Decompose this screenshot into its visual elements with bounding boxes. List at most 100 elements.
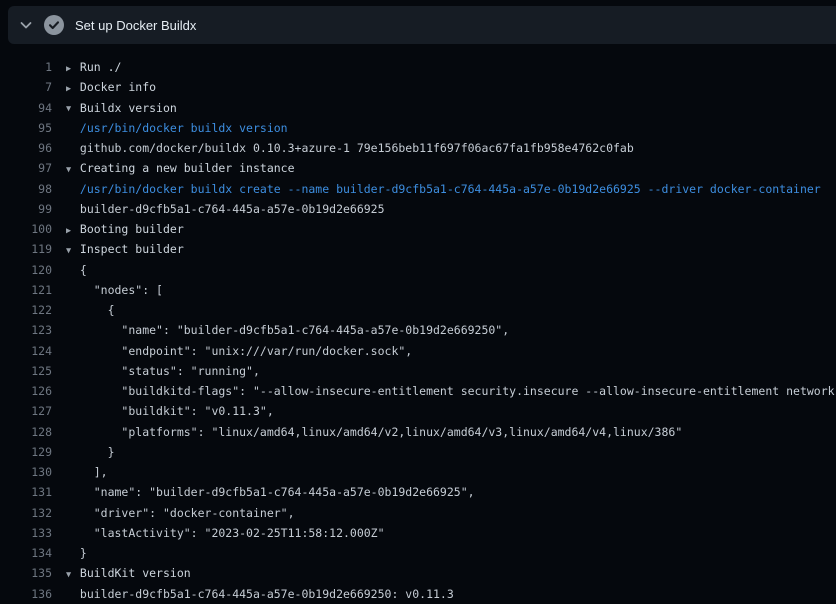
step-title: Set up Docker Buildx <box>75 18 196 33</box>
log-group-header[interactable]: ▶Docker info <box>66 77 156 97</box>
group-title: Creating a new builder instance <box>80 161 295 175</box>
line-number[interactable]: 98 <box>0 179 52 199</box>
line-number[interactable]: 125 <box>0 361 52 381</box>
line-number[interactable]: 1 <box>0 57 52 77</box>
log-line: 129 } <box>0 442 836 462</box>
log-group-header[interactable]: ▼Buildx version <box>66 98 177 118</box>
log-line[interactable]: 97 ▼Creating a new builder instance <box>0 158 836 178</box>
output-text: "buildkitd-flags": "--allow-insecure-ent… <box>66 381 836 401</box>
line-number[interactable]: 97 <box>0 158 52 178</box>
group-title: Buildx version <box>80 101 177 115</box>
group-title: BuildKit version <box>80 566 191 580</box>
log-line[interactable]: 1 ▶Run ./ <box>0 57 836 77</box>
output-text: "driver": "docker-container", <box>66 503 295 523</box>
log-group-header[interactable]: ▶Run ./ <box>66 57 121 77</box>
log-line: 98/usr/bin/docker buildx create --name b… <box>0 179 836 199</box>
log-line: 128 "platforms": "linux/amd64,linux/amd6… <box>0 422 836 442</box>
log-line[interactable]: 94 ▼Buildx version <box>0 98 836 118</box>
line-number[interactable]: 94 <box>0 98 52 118</box>
log-group-header[interactable]: ▼Creating a new builder instance <box>66 158 295 178</box>
line-number[interactable]: 129 <box>0 442 52 462</box>
log-line: 124 "endpoint": "unix:///var/run/docker.… <box>0 341 836 361</box>
output-text: "buildkit": "v0.11.3", <box>66 401 274 421</box>
line-number[interactable]: 95 <box>0 118 52 138</box>
chevron-down-icon[interactable] <box>19 18 33 32</box>
line-number[interactable]: 96 <box>0 138 52 158</box>
output-text: } <box>66 442 115 462</box>
disclosure-triangle-down-icon[interactable]: ▼ <box>66 241 80 261</box>
output-text: { <box>66 260 87 280</box>
disclosure-triangle-down-icon[interactable]: ▼ <box>66 99 80 119</box>
group-title: Inspect builder <box>80 242 184 256</box>
line-number[interactable]: 131 <box>0 482 52 502</box>
line-number[interactable]: 128 <box>0 422 52 442</box>
line-number[interactable]: 119 <box>0 239 52 259</box>
log-line: 95/usr/bin/docker buildx version <box>0 118 836 138</box>
log-line[interactable]: 119 ▼Inspect builder <box>0 239 836 259</box>
line-number[interactable]: 100 <box>0 219 52 239</box>
disclosure-triangle-right-icon[interactable]: ▶ <box>66 79 80 99</box>
log-line[interactable]: 7 ▶Docker info <box>0 77 836 97</box>
line-number[interactable]: 132 <box>0 503 52 523</box>
line-number[interactable]: 7 <box>0 77 52 97</box>
step-header[interactable]: Set up Docker Buildx <box>8 6 836 44</box>
output-text: "nodes": [ <box>66 280 163 300</box>
output-text: "platforms": "linux/amd64,linux/amd64/v2… <box>66 422 682 442</box>
log-line: 121 "nodes": [ <box>0 280 836 300</box>
command-text: /usr/bin/docker buildx version <box>66 118 288 138</box>
disclosure-triangle-right-icon[interactable]: ▶ <box>66 59 80 79</box>
line-number[interactable]: 126 <box>0 381 52 401</box>
log-line: 131 "name": "builder-d9cfb5a1-c764-445a-… <box>0 482 836 502</box>
log-line: 133 "lastActivity": "2023-02-25T11:58:12… <box>0 523 836 543</box>
log-line: 99 builder-d9cfb5a1-c764-445a-a57e-0b19d2… <box>0 199 836 219</box>
group-title: Run ./ <box>80 60 122 74</box>
log-group-header[interactable]: ▼Inspect builder <box>66 239 184 259</box>
line-number[interactable]: 127 <box>0 401 52 421</box>
log-line: 120 { <box>0 260 836 280</box>
output-text: github.com/docker/buildx 0.10.3+azure-1 … <box>66 138 634 158</box>
output-text: "name": "builder-d9cfb5a1-c764-445a-a57e… <box>66 320 509 340</box>
log-group-header[interactable]: ▼BuildKit version <box>66 563 191 583</box>
line-number[interactable]: 136 <box>0 584 52 604</box>
log-line: 132 "driver": "docker-container", <box>0 503 836 523</box>
log-viewer: 1▶Run ./7▶Docker info94▼Buildx version95… <box>0 44 836 604</box>
output-text: "status": "running", <box>66 361 260 381</box>
log-line[interactable]: 135 ▼BuildKit version <box>0 563 836 583</box>
output-text: "endpoint": "unix:///var/run/docker.sock… <box>66 341 412 361</box>
line-number[interactable]: 134 <box>0 543 52 563</box>
output-text: builder-d9cfb5a1-c764-445a-a57e-0b19d2e6… <box>66 199 385 219</box>
output-text: "name": "builder-d9cfb5a1-c764-445a-a57e… <box>66 482 475 502</box>
log-group-header[interactable]: ▶Booting builder <box>66 219 184 239</box>
group-title: Booting builder <box>80 222 184 236</box>
line-number[interactable]: 121 <box>0 280 52 300</box>
log-line: 126 "buildkitd-flags": "--allow-insecure… <box>0 381 836 401</box>
log-line: 125 "status": "running", <box>0 361 836 381</box>
group-title: Docker info <box>80 80 156 94</box>
disclosure-triangle-right-icon[interactable]: ▶ <box>66 221 80 241</box>
command-text: /usr/bin/docker buildx create --name bui… <box>66 179 821 199</box>
check-circle-icon <box>44 15 64 35</box>
output-text: "lastActivity": "2023-02-25T11:58:12.000… <box>66 523 385 543</box>
log-line: 127 "buildkit": "v0.11.3", <box>0 401 836 421</box>
output-text: { <box>66 300 115 320</box>
log-line: 122 { <box>0 300 836 320</box>
output-text: ], <box>66 462 108 482</box>
line-number[interactable]: 135 <box>0 563 52 583</box>
line-number[interactable]: 99 <box>0 199 52 219</box>
line-number[interactable]: 130 <box>0 462 52 482</box>
line-number[interactable]: 124 <box>0 341 52 361</box>
log-line: 123 "name": "builder-d9cfb5a1-c764-445a-… <box>0 320 836 340</box>
log-line: 96 github.com/docker/buildx 0.10.3+azure-… <box>0 138 836 158</box>
output-text: builder-d9cfb5a1-c764-445a-a57e-0b19d2e6… <box>66 584 454 604</box>
log-line[interactable]: 100 ▶Booting builder <box>0 219 836 239</box>
disclosure-triangle-down-icon[interactable]: ▼ <box>66 160 80 180</box>
line-number[interactable]: 122 <box>0 300 52 320</box>
line-number[interactable]: 123 <box>0 320 52 340</box>
log-line: 136 builder-d9cfb5a1-c764-445a-a57e-0b19d… <box>0 584 836 604</box>
line-number[interactable]: 120 <box>0 260 52 280</box>
line-number[interactable]: 133 <box>0 523 52 543</box>
log-line: 130 ], <box>0 462 836 482</box>
log-line: 134} <box>0 543 836 563</box>
disclosure-triangle-down-icon[interactable]: ▼ <box>66 565 80 585</box>
output-text: } <box>66 543 87 563</box>
